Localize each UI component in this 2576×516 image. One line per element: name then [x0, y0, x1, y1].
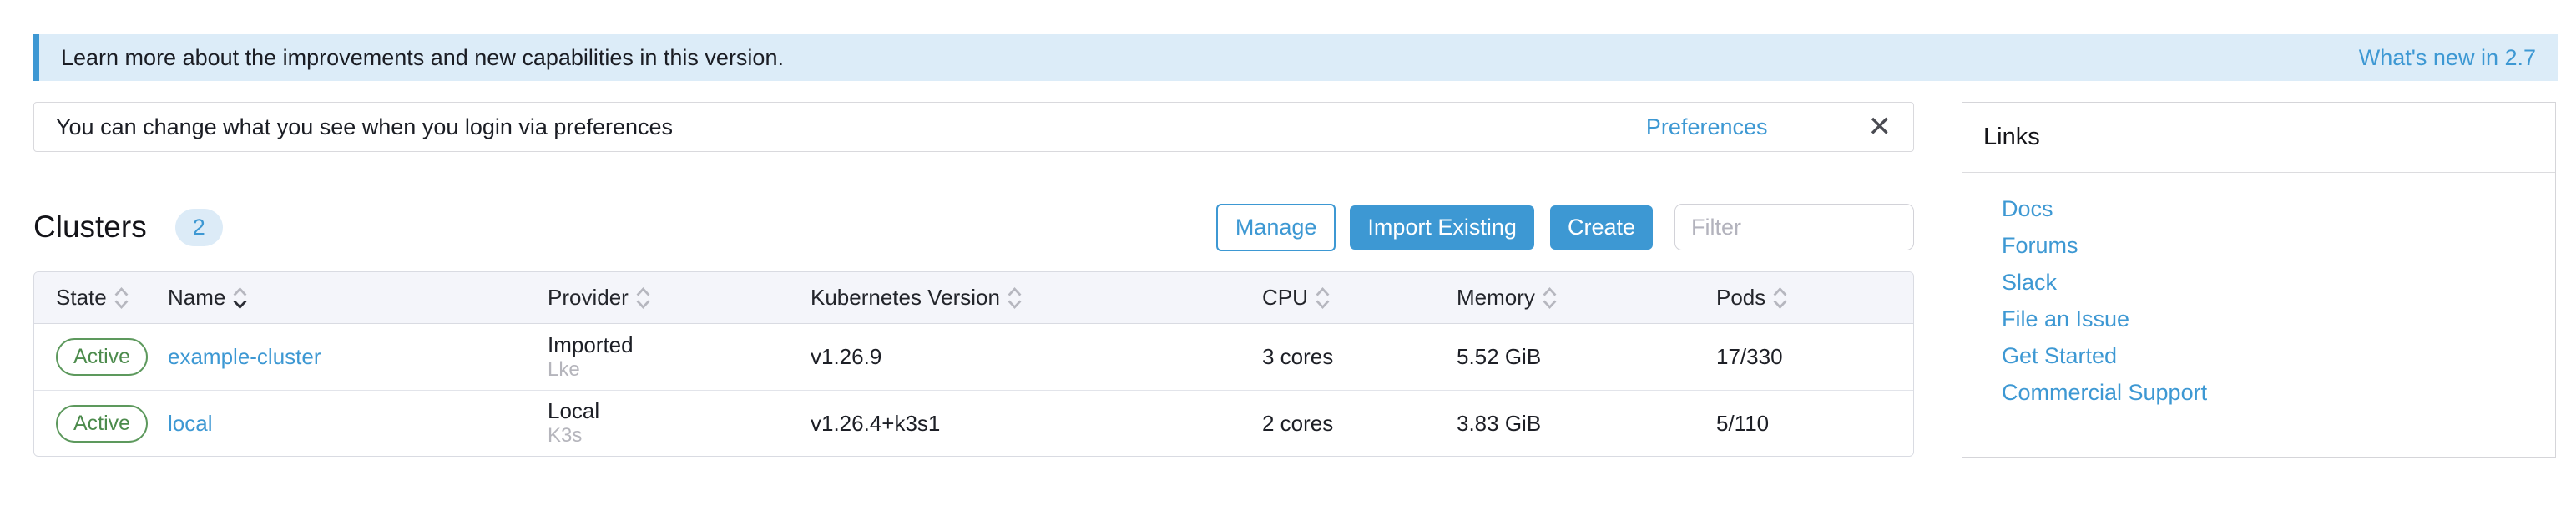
memory-cell: 5.52 GiB	[1457, 344, 1716, 370]
column-header-state[interactable]: State	[56, 285, 168, 311]
kubernetes-version-cell: v1.26.9	[811, 344, 1262, 370]
column-header-cpu[interactable]: CPU	[1262, 285, 1457, 311]
column-header-kubernetes-version[interactable]: Kubernetes Version	[811, 285, 1262, 311]
version-banner-message: Learn more about the improvements and ne…	[61, 45, 784, 71]
manage-button[interactable]: Manage	[1216, 204, 1336, 251]
cluster-count-badge: 2	[175, 209, 223, 246]
memory-cell: 3.83 GiB	[1457, 411, 1716, 437]
clusters-header-row: Clusters 2 Manage Import Existing Create	[33, 204, 1914, 250]
whats-new-link[interactable]: What's new in 2.7	[2359, 45, 2536, 71]
status-badge: Active	[56, 338, 148, 376]
column-header-label: Pods	[1716, 285, 1765, 311]
status-badge: Active	[56, 405, 148, 443]
column-header-label: Kubernetes Version	[811, 285, 1000, 311]
preferences-notice-message: You can change what you see when you log…	[56, 114, 673, 140]
link-get-started[interactable]: Get Started	[2002, 343, 2555, 380]
column-header-pods[interactable]: Pods	[1716, 285, 1913, 311]
provider-cell: Local K3s	[548, 399, 811, 447]
kubernetes-version-cell: v1.26.4+k3s1	[811, 411, 1262, 437]
sort-icon	[635, 286, 651, 311]
sort-icon	[114, 286, 129, 311]
sort-icon	[1315, 286, 1331, 311]
pods-cell: 5/110	[1716, 411, 1913, 437]
table-header-row: State Name Provider	[34, 272, 1913, 324]
column-header-name[interactable]: Name	[168, 285, 548, 311]
link-slack[interactable]: Slack	[2002, 270, 2555, 306]
column-header-provider[interactable]: Provider	[548, 285, 811, 311]
links-panel-title: Links	[1962, 103, 2555, 173]
clusters-table: State Name Provider	[33, 271, 1914, 457]
cluster-name-link[interactable]: example-cluster	[168, 344, 321, 369]
preferences-notice: You can change what you see when you log…	[33, 102, 1914, 152]
provider-name: Local	[548, 399, 811, 424]
link-forums[interactable]: Forums	[2002, 233, 2555, 270]
link-file-an-issue[interactable]: File an Issue	[2002, 306, 2555, 343]
sort-icon	[1772, 286, 1788, 311]
state-cell: Active	[56, 338, 168, 376]
provider-distro: Lke	[548, 358, 811, 382]
close-icon[interactable]: ✕	[1868, 113, 1892, 141]
cpu-cell: 3 cores	[1262, 344, 1457, 370]
version-banner: Learn more about the improvements and ne…	[33, 34, 2558, 81]
dashboard-page: Learn more about the improvements and ne…	[0, 34, 2576, 516]
create-button[interactable]: Create	[1550, 205, 1653, 250]
column-header-memory[interactable]: Memory	[1457, 285, 1716, 311]
sort-desc-icon	[232, 286, 248, 311]
main-column: You can change what you see when you log…	[33, 102, 1914, 457]
sort-icon	[1007, 286, 1023, 311]
column-header-label: Provider	[548, 285, 629, 311]
pods-cell: 17/330	[1716, 344, 1913, 370]
preferences-link[interactable]: Preferences	[1646, 114, 1768, 140]
column-header-label: Name	[168, 285, 225, 311]
provider-cell: Imported Lke	[548, 333, 811, 381]
table-row: Active local Local K3s v1.26.4+k3s1 2 co…	[34, 390, 1913, 456]
import-existing-button[interactable]: Import Existing	[1350, 205, 1534, 250]
name-cell: local	[168, 411, 548, 437]
filter-input[interactable]	[1674, 204, 1914, 250]
state-cell: Active	[56, 405, 168, 443]
cluster-name-link[interactable]: local	[168, 411, 212, 436]
column-header-label: State	[56, 285, 107, 311]
links-panel: Links Docs Forums Slack File an Issue Ge…	[1962, 102, 2556, 458]
sort-icon	[1542, 286, 1558, 311]
column-header-label: Memory	[1457, 285, 1535, 311]
provider-distro: K3s	[548, 424, 811, 448]
column-header-label: CPU	[1262, 285, 1308, 311]
links-list: Docs Forums Slack File an Issue Get Star…	[1962, 173, 2555, 417]
table-row: Active example-cluster Imported Lke v1.2…	[34, 324, 1913, 390]
page-title: Clusters	[33, 210, 147, 245]
provider-name: Imported	[548, 333, 811, 358]
name-cell: example-cluster	[168, 344, 548, 370]
cpu-cell: 2 cores	[1262, 411, 1457, 437]
link-commercial-support[interactable]: Commercial Support	[2002, 380, 2555, 417]
content-columns: You can change what you see when you log…	[33, 102, 2556, 458]
link-docs[interactable]: Docs	[2002, 196, 2555, 233]
